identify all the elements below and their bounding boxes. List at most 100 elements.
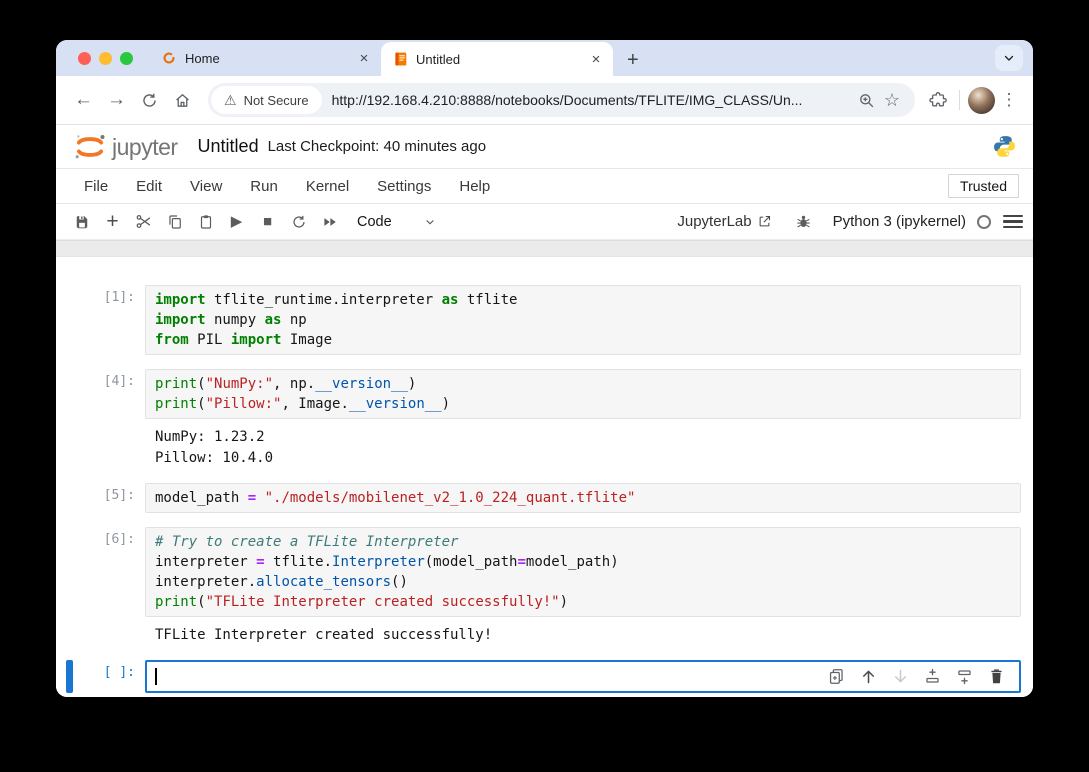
browser-menu-button[interactable]: ⋮ [997,90,1021,110]
forward-button[interactable]: → [101,85,132,116]
debugger-button[interactable] [788,208,819,236]
save-button[interactable] [66,208,97,236]
profile-avatar[interactable] [968,87,995,114]
tab-strip: Home × Untitled × + [56,40,1033,76]
address-bar[interactable]: ⚠ Not Secure http://192.168.4.210:8888/n… [208,83,915,117]
browser-tab-home[interactable]: Home × [149,40,381,76]
cell-code-editor[interactable]: model_path = "./models/mobilenet_v2_1.0_… [145,483,1021,513]
interrupt-kernel-button[interactable]: ■ [252,208,283,236]
duplicate-cell-icon [827,667,846,686]
window-controls [78,52,133,65]
cell-output: TFLite Interpreter created successfully! [145,625,1021,646]
home-icon [173,91,192,110]
tab-title: Home [185,51,347,66]
bookmark-star-button[interactable]: ☆ [879,87,905,113]
duplicate-cell-button[interactable] [827,667,846,686]
trusted-button[interactable]: Trusted [948,174,1019,198]
notebook-cell[interactable]: [5]:model_path = "./models/mobilenet_v2_… [56,483,1033,513]
security-chip[interactable]: ⚠ Not Secure [211,86,322,114]
cell-type-dropdown[interactable]: Code [357,214,436,230]
move-cell-up-button[interactable] [859,667,878,686]
jupyter-logo-icon [72,132,108,162]
browser-window: Home × Untitled × + ← → [56,40,1033,697]
browser-tab-untitled[interactable]: Untitled × [381,42,613,76]
notebook-menubar: File Edit View Run Kernel Settings Help … [56,169,1033,204]
notebook-scroll-strip[interactable] [56,240,1033,257]
notebook-favicon-icon [393,51,408,67]
menu-edit[interactable]: Edit [122,174,176,199]
copy-cell-button[interactable] [159,208,190,236]
delete-cell-button[interactable] [987,667,1006,686]
tab-title: Untitled [416,52,579,67]
menu-help[interactable]: Help [445,174,504,199]
move-cell-down-button[interactable] [891,667,910,686]
restart-kernel-button[interactable] [283,208,314,236]
output-prompt-spacer [56,625,145,646]
kernel-status-indicator [977,215,991,229]
kernel-name[interactable]: Python 3 (ipykernel) [833,213,966,230]
home-button[interactable] [167,85,198,116]
tab-search-button[interactable] [995,45,1023,71]
cell-code-editor[interactable]: import tflite_runtime.interpreter as tfl… [145,285,1021,355]
cell-code-editor[interactable]: print("NumPy:", np.__version__)print("Pi… [145,369,1021,419]
insert-cell-above-button[interactable] [923,667,942,686]
back-icon: ← [74,89,93,111]
insert-cell-below-button[interactable] [955,667,974,686]
notebook-cell[interactable]: [ ]: [56,660,1033,693]
jupyter-header: jupyter Untitled Last Checkpoint: 40 min… [56,125,1033,169]
trash-icon [987,667,1006,686]
cell-code-editor[interactable]: # Try to create a TFLite Interpreterinte… [145,527,1021,617]
save-icon [73,213,91,231]
zoom-page-button[interactable] [853,87,879,113]
fast-forward-icon [321,213,339,231]
open-in-jupyterlab-link[interactable]: JupyterLab [677,213,771,230]
fullscreen-window-button[interactable] [120,52,133,65]
insert-cell-button[interactable]: + [97,208,128,236]
menu-file[interactable]: File [70,174,122,199]
active-cell-indicator[interactable] [66,660,73,693]
cell-type-value: Code [357,214,392,230]
cut-cell-button[interactable] [128,208,159,236]
jupyterlab-label: JupyterLab [677,213,751,230]
run-cell-button[interactable]: ▶ [221,208,252,236]
notebook-cell[interactable]: [6]:# Try to create a TFLite Interpreter… [56,527,1033,646]
close-tab-icon[interactable]: × [355,50,373,67]
restart-run-all-button[interactable] [314,208,345,236]
add-icon: + [106,211,118,232]
notebook-title[interactable]: Untitled [198,136,259,157]
new-tab-button[interactable]: + [627,50,639,70]
zoom-in-icon [857,91,876,110]
paste-icon [197,213,215,231]
notebook-cell[interactable]: [4]:print("NumPy:", np.__version__)print… [56,369,1033,469]
menu-view[interactable]: View [176,174,236,199]
cell-code-editor[interactable] [145,660,1021,693]
reload-button[interactable] [134,85,165,116]
bug-icon [795,213,812,230]
menu-run[interactable]: Run [236,174,292,199]
toolbar-overflow-menu[interactable] [1003,215,1023,229]
menu-settings[interactable]: Settings [363,174,445,199]
url-text[interactable]: http://192.168.4.210:8888/notebooks/Docu… [332,92,853,108]
close-tab-icon[interactable]: × [587,51,605,68]
scissors-icon [134,212,153,231]
toolbar-divider [959,90,960,110]
cell-execution-prompt: [1]: [56,285,145,355]
jupyter-spinner-icon [161,50,177,66]
back-button[interactable]: ← [68,85,99,116]
extensions-button[interactable] [925,87,951,113]
minimize-window-button[interactable] [99,52,112,65]
forward-icon: → [107,89,126,111]
toolbar-right-group: JupyterLab Python 3 (ipykernel) [677,208,1023,236]
browser-toolbar: ← → ⚠ Not Secure http://192.168.4.210:88… [56,76,1033,125]
cell-execution-prompt: [4]: [56,369,145,419]
close-window-button[interactable] [78,52,91,65]
run-icon: ▶ [231,214,243,229]
restart-icon [290,213,308,231]
arrow-up-icon [859,667,878,686]
jupyter-logo[interactable]: jupyter [72,132,178,162]
insert-below-icon [955,667,974,686]
paste-cell-button[interactable] [190,208,221,236]
menu-kernel[interactable]: Kernel [292,174,363,199]
copy-icon [166,213,184,231]
notebook-cell[interactable]: [1]:import tflite_runtime.interpreter as… [56,285,1033,355]
